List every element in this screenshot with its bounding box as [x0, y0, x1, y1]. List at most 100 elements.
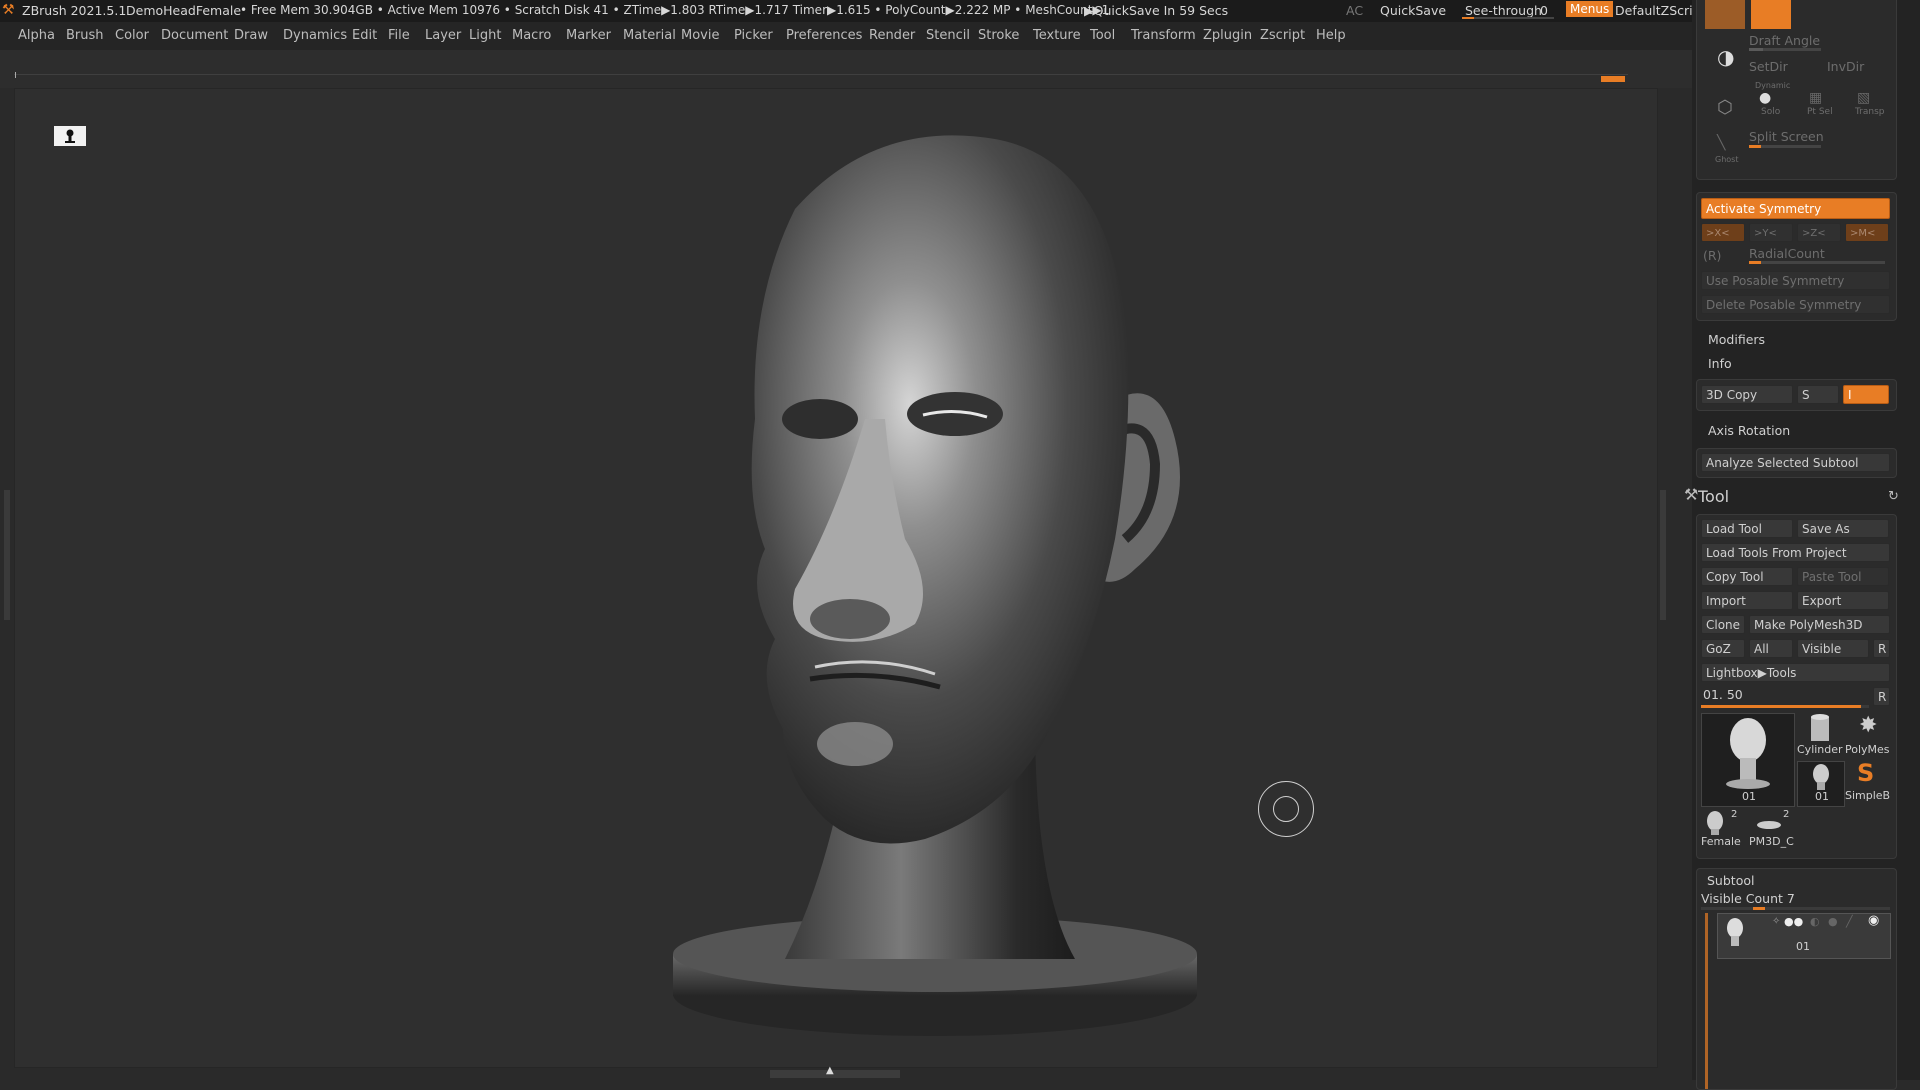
goz-all-button[interactable]: All [1749, 639, 1793, 658]
goz-r-button[interactable]: R [1873, 639, 1890, 658]
tool-palette-title[interactable]: Tool [1698, 487, 1729, 506]
menu-zscript[interactable]: Zscript [1260, 28, 1305, 43]
tool-thumb-small[interactable]: 01 [1797, 761, 1845, 807]
head-sculpt-model[interactable] [635, 119, 1235, 1049]
menu-stencil[interactable]: Stencil [926, 28, 970, 43]
timeline-cursor[interactable] [1601, 76, 1625, 82]
goz-visible-button[interactable]: Visible [1797, 639, 1869, 658]
menus-toggle[interactable]: Menus [1566, 1, 1614, 17]
refresh-icon[interactable]: ↻ [1888, 489, 1899, 504]
split-screen-button[interactable]: Split Screen [1749, 129, 1824, 144]
copy-value-field[interactable]: I [1843, 385, 1889, 404]
subtool-item[interactable]: ✧ ●● ◐ ● ╱ ◉ 01 [1717, 913, 1891, 959]
menu-material[interactable]: Material [623, 28, 676, 43]
subtool-sphere-icon[interactable]: ● [1828, 915, 1838, 928]
analyze-selected-subtool-button[interactable]: Analyze Selected Subtool [1701, 453, 1890, 472]
menu-file[interactable]: File [388, 28, 410, 43]
menu-color[interactable]: Color [115, 28, 149, 43]
subtool-title[interactable]: Subtool [1707, 873, 1754, 888]
draft-angle-slider[interactable] [1749, 48, 1821, 51]
radial-count-slider[interactable] [1749, 261, 1885, 264]
goz-button[interactable]: GoZ [1701, 639, 1745, 658]
active-transform-tab[interactable] [1751, 0, 1791, 29]
visible-count-slider[interactable] [1701, 907, 1890, 910]
seethrough-slider[interactable] [1462, 17, 1554, 19]
tool-thumb-polymesh[interactable]: ✸ PolyMes [1845, 713, 1893, 759]
load-tool-button[interactable]: Load Tool [1701, 519, 1793, 538]
paste-tool-button[interactable]: Paste Tool [1797, 567, 1889, 586]
subtool-visibility-eye-icon[interactable]: ◉ [1868, 913, 1879, 928]
import-button[interactable]: Import [1701, 591, 1793, 610]
use-posable-symmetry-button[interactable]: Use Posable Symmetry [1701, 271, 1890, 290]
camera-icon[interactable] [54, 126, 86, 146]
delete-posable-symmetry-button[interactable]: Delete Posable Symmetry [1701, 295, 1890, 314]
menu-macro[interactable]: Macro [512, 28, 551, 43]
tool-thumb-main[interactable]: 01 [1701, 713, 1795, 807]
ghost-icon[interactable]: ╲ [1717, 135, 1725, 151]
left-tray-handle[interactable] [4, 490, 10, 620]
tool-thumb-simpleb[interactable]: S SimpleB [1845, 761, 1893, 805]
tool-slider[interactable] [1701, 705, 1869, 708]
ptsel-icon[interactable]: ▦ [1809, 90, 1822, 106]
menu-light[interactable]: Light [469, 28, 501, 43]
menu-texture[interactable]: Texture [1033, 28, 1081, 43]
right-tray-handle[interactable] [1660, 490, 1666, 620]
3d-viewport[interactable] [14, 88, 1658, 1068]
tool-thumb-female[interactable]: 2 Female [1701, 809, 1749, 853]
menu-marker[interactable]: Marker [566, 28, 611, 43]
contrast-icon[interactable]: ◑ [1717, 45, 1734, 69]
radial-r-toggle[interactable]: (R) [1703, 248, 1721, 263]
seethrough-slider-label[interactable]: See-through [1465, 3, 1542, 18]
export-button[interactable]: Export [1797, 591, 1889, 610]
menu-render[interactable]: Render [869, 28, 915, 43]
tool-thumb-cylinder[interactable]: Cylinder [1797, 713, 1843, 759]
subtool-brush-icon[interactable]: ╱ [1846, 915, 1853, 928]
menu-help[interactable]: Help [1316, 28, 1346, 43]
menu-dynamics[interactable]: Dynamics [283, 28, 347, 43]
axis-rotation-subpalette[interactable]: Axis Rotation [1708, 423, 1790, 438]
lightbox-tools-button[interactable]: Lightbox▶Tools [1701, 663, 1890, 682]
info-subpalette[interactable]: Info [1708, 356, 1732, 371]
subtool-scrollbar[interactable] [1705, 913, 1708, 1089]
menu-preferences[interactable]: Preferences [786, 28, 862, 43]
menu-edit[interactable]: Edit [352, 28, 377, 43]
save-as-button[interactable]: Save As [1797, 519, 1889, 538]
copy-tool-button[interactable]: Copy Tool [1701, 567, 1793, 586]
solo-icon[interactable]: ● [1759, 90, 1771, 106]
menu-layer[interactable]: Layer [425, 28, 461, 43]
symmetry-z-button[interactable]: >Z< [1797, 223, 1841, 242]
3d-copy-button[interactable]: 3D Copy [1701, 385, 1793, 404]
cube-icon[interactable]: ⬡ [1717, 97, 1733, 118]
subtool-dynamesh-icon[interactable]: ●● [1784, 915, 1803, 928]
orbit-gizmo[interactable] [1258, 781, 1314, 837]
menu-movie[interactable]: Movie [681, 28, 719, 43]
menu-transform[interactable]: Transform [1131, 28, 1196, 43]
transp-icon[interactable]: ▧ [1857, 90, 1870, 106]
menu-alpha[interactable]: Alpha [18, 28, 55, 43]
menu-picker[interactable]: Picker [734, 28, 773, 43]
menu-zplugin[interactable]: Zplugin [1203, 28, 1252, 43]
symmetry-y-button[interactable]: >Y< [1749, 223, 1793, 242]
setdir-button[interactable]: SetDir [1749, 59, 1788, 74]
active-tool-tab[interactable] [1705, 0, 1745, 29]
menu-brush[interactable]: Brush [66, 28, 104, 43]
menu-tool[interactable]: Tool [1090, 28, 1115, 43]
symmetry-x-button[interactable]: >X< [1701, 223, 1745, 242]
activate-symmetry-button[interactable]: Activate Symmetry [1701, 198, 1890, 219]
subtool-polypaint-icon[interactable]: ✧ [1772, 916, 1780, 927]
subtool-mask-icon[interactable]: ◐ [1810, 915, 1820, 928]
menu-draw[interactable]: Draw [234, 28, 268, 43]
tool-slider-r-button[interactable]: R [1873, 687, 1890, 706]
clone-button[interactable]: Clone [1701, 615, 1745, 634]
tool-thumb-pm3d[interactable]: 2 PM3D_C [1749, 809, 1797, 853]
invdir-button[interactable]: InvDir [1827, 59, 1864, 74]
symmetry-m-button[interactable]: >M< [1845, 223, 1889, 242]
make-polymesh3d-button[interactable]: Make PolyMesh3D [1749, 615, 1890, 634]
bottom-tray-handle[interactable]: ▲ [770, 1065, 900, 1078]
menu-document[interactable]: Document [161, 28, 228, 43]
quicksave-button[interactable]: QuickSave [1380, 3, 1446, 18]
load-tools-from-project-button[interactable]: Load Tools From Project [1701, 543, 1890, 562]
split-screen-slider[interactable] [1749, 145, 1821, 148]
timeline-track[interactable] [14, 74, 1628, 75]
menu-stroke[interactable]: Stroke [978, 28, 1019, 43]
